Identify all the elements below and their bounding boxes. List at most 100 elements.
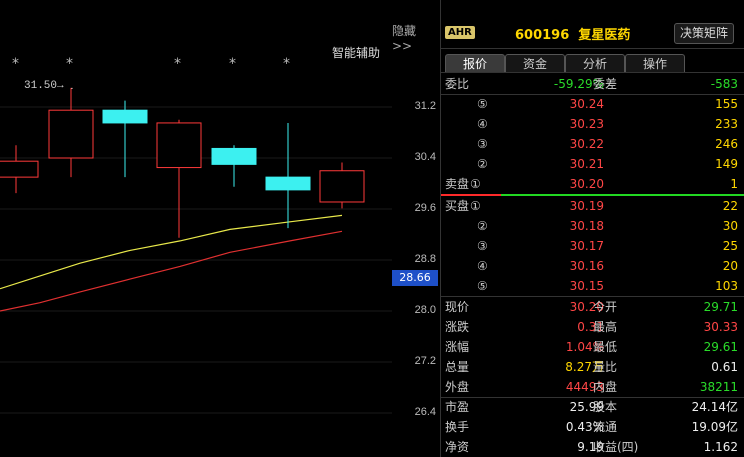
fund-label: 流通 (593, 420, 618, 434)
stock-title: 600196 复星医药 (515, 24, 630, 43)
sell-volume: 149 (715, 157, 738, 171)
sell-row[interactable]: ④ 30.23 233 (441, 114, 744, 134)
buy-volume: 20 (722, 259, 738, 273)
axis-tick: 28.0 (414, 304, 436, 316)
hide-button[interactable]: 隐藏>> (392, 22, 436, 53)
event-star[interactable]: * (174, 56, 181, 72)
buy-price: 30.16 (569, 259, 604, 273)
quote-tabs: 报价 资金 分析 操作 (441, 52, 744, 73)
ahr-badge[interactable]: AHR (445, 26, 475, 39)
fund-label: 净资 (445, 440, 470, 454)
buy-row[interactable]: ④ 30.16 20 (441, 256, 744, 276)
axis-tick: 30.4 (414, 151, 436, 163)
stat-label: 内盘 (593, 380, 618, 394)
buy-price: 30.15 (569, 279, 604, 293)
buy-volume: 103 (715, 279, 738, 293)
sell-price: 30.23 (569, 117, 604, 131)
ma-red-line (0, 230, 343, 312)
buy-volume: 22 (722, 199, 738, 213)
buy-price: 30.17 (569, 239, 604, 253)
candle-body-down (211, 147, 257, 165)
level-marker: ② (477, 219, 488, 233)
stats-row: 总量 8.27万 量比 0.61 (441, 357, 744, 377)
fund-value: 1.162 (703, 440, 738, 454)
quote-panel: AHR 600196 复星医药 决策矩阵 报价 资金 分析 操作 委比 -59.… (441, 0, 744, 457)
sell-row[interactable]: ③ 30.22 246 (441, 134, 744, 154)
buy-row[interactable]: ② 30.18 30 (441, 216, 744, 236)
axis-tick: 27.2 (414, 355, 436, 367)
fund-label: 市盈 (445, 400, 470, 414)
candle-body-up (48, 109, 94, 159)
level-marker: ⑤ (477, 279, 488, 293)
stock-code: 600196 (515, 28, 570, 43)
stats-row: 外盘 44493 内盘 38211 (441, 377, 744, 397)
stat-label: 涨跌 (445, 320, 470, 334)
quote-header: AHR 600196 复星医药 决策矩阵 (441, 20, 744, 49)
tab-quote[interactable]: 报价 (445, 54, 505, 73)
smart-assist-label[interactable]: 智能辅助 (332, 44, 380, 61)
stats-row: 现价 30.20 今开 29.71 (441, 297, 744, 317)
buy-price: 30.19 (569, 199, 604, 213)
stat-label: 总量 (445, 360, 470, 374)
stat-value: 29.71 (703, 300, 738, 314)
sell-price: 30.21 (569, 157, 604, 171)
event-star[interactable]: * (229, 56, 236, 72)
weibi-row: 委比 -59.29% 委差 -583 (441, 74, 744, 94)
sell-row[interactable]: ② 30.21 149 (441, 154, 744, 174)
buy-volume: 25 (722, 239, 738, 253)
buy-volume: 30 (722, 219, 738, 233)
weicha-label: 委差 (593, 77, 618, 91)
weicha-value: -583 (710, 77, 738, 91)
current-price-marker: 28.66 (392, 270, 438, 286)
sell-row[interactable]: 卖盘 ① 30.20 1 (441, 174, 744, 194)
level-marker: ③ (477, 137, 488, 151)
peak-price-label: 31.50→ (24, 80, 64, 92)
level-marker: ① (470, 199, 481, 213)
stat-label: 最低 (593, 340, 618, 354)
candle-body-up (0, 160, 39, 178)
decision-matrix-button[interactable]: 决策矩阵 (673, 23, 734, 44)
fund-label: 换手 (445, 420, 470, 434)
stat-value: 29.61 (703, 340, 738, 354)
buy-row[interactable]: ⑤ 30.15 103 (441, 276, 744, 296)
stock-name: 复星医药 (578, 28, 631, 43)
buy-row[interactable]: 买盘 ① 30.19 22 (441, 196, 744, 216)
level-marker: ① (470, 177, 481, 191)
axis-tick: 28.8 (414, 253, 436, 265)
axis-tick: 31.2 (414, 100, 436, 112)
tab-analysis[interactable]: 分析 (565, 54, 625, 73)
fundamental-row: 市盈 25.99 股本 24.14亿 (441, 397, 744, 417)
level-marker: ④ (477, 117, 488, 131)
sell-price: 30.22 (569, 137, 604, 151)
stat-label: 外盘 (445, 380, 470, 394)
fund-value: 24.14亿 (691, 400, 738, 414)
event-star[interactable]: * (66, 56, 73, 72)
fund-value: 19.09亿 (691, 420, 738, 434)
sell-row[interactable]: ⑤ 30.24 155 (441, 94, 744, 114)
event-star[interactable]: * (283, 56, 290, 72)
stat-label: 量比 (593, 360, 618, 374)
stats-row: 涨跌 0.31 最高 30.33 (441, 317, 744, 337)
level-marker: ⑤ (477, 97, 488, 111)
fundamental-row: 净资 9.19 收益(四) 1.162 (441, 437, 744, 457)
buy-label: 买盘 (445, 199, 470, 213)
level-marker: ④ (477, 259, 488, 273)
fund-label: 股本 (593, 400, 618, 414)
tab-operation[interactable]: 操作 (625, 54, 685, 73)
stat-value: 38211 (699, 380, 738, 394)
event-star[interactable]: * (12, 56, 19, 72)
sell-volume: 155 (715, 97, 738, 111)
candle-body-up (156, 122, 202, 169)
tab-funds[interactable]: 资金 (505, 54, 565, 73)
sell-price: 30.20 (569, 177, 604, 191)
buy-row[interactable]: ③ 30.17 25 (441, 236, 744, 256)
weibi-label: 委比 (445, 77, 470, 91)
axis-tick: 29.6 (414, 202, 436, 214)
kline-chart[interactable]: 31.50→ * * * * * 智能辅助 (0, 0, 392, 457)
stat-label: 今开 (593, 300, 618, 314)
level-marker: ② (477, 157, 488, 171)
sell-price: 30.24 (569, 97, 604, 111)
fund-label: 收益(四) (593, 440, 639, 454)
buy-price: 30.18 (569, 219, 604, 233)
fundamental-row: 换手 0.43% 流通 19.09亿 (441, 417, 744, 437)
